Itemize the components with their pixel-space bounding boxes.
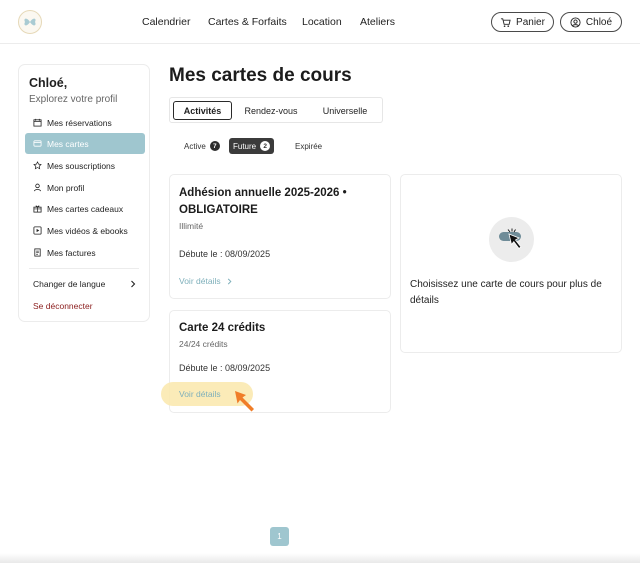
tab-rendez-vous[interactable]: Rendez-vous bbox=[238, 101, 304, 120]
sidebar-item-label: Mes souscriptions bbox=[47, 160, 116, 171]
nav-calendrier[interactable]: Calendrier bbox=[142, 16, 190, 28]
nav-location[interactable]: Location bbox=[302, 16, 342, 28]
change-language-label: Changer de langue bbox=[33, 279, 106, 289]
filter-label: Active bbox=[184, 141, 206, 151]
change-language-button[interactable]: Changer de langue bbox=[33, 279, 137, 289]
sidebar-item-label: Mes cartes bbox=[47, 138, 89, 149]
sidebar-subtitle: Explorez votre profil bbox=[29, 94, 118, 105]
tab-activites[interactable]: Activités bbox=[173, 101, 232, 120]
view-details-link[interactable]: Voir détails bbox=[179, 389, 221, 399]
filter-label: Expirée bbox=[295, 141, 323, 151]
count-badge: 2 bbox=[260, 141, 271, 151]
card-title: Carte 24 crédits bbox=[179, 322, 266, 334]
butterfly-icon bbox=[24, 18, 36, 26]
gift-icon bbox=[33, 205, 42, 213]
course-card[interactable]: Adhésion annuelle 2025-2026 • OBLIGATOIR… bbox=[169, 174, 391, 299]
chevron-right-icon bbox=[131, 280, 136, 288]
user-label: Chloé bbox=[585, 16, 613, 28]
tab-universelle[interactable]: Universelle bbox=[312, 101, 378, 120]
card-start-date: Débute le : 08/09/2025 bbox=[179, 249, 271, 259]
card-subtitle: 24/24 crédits bbox=[179, 339, 228, 349]
detail-placeholder-text: Choisissez une carte de cours pour plus … bbox=[410, 279, 602, 306]
sidebar-item-cadeaux[interactable]: Mes cartes cadeaux bbox=[25, 198, 145, 219]
card-subtitle: Illimité bbox=[179, 221, 204, 231]
sidebar-item-profil[interactable]: Mon profil bbox=[25, 177, 145, 198]
calendar-icon bbox=[33, 118, 42, 127]
nav-ateliers[interactable]: Ateliers bbox=[360, 16, 395, 28]
sidebar-greeting: Chloé, bbox=[29, 76, 68, 90]
invoice-icon bbox=[34, 248, 41, 257]
cart-label: Panier bbox=[516, 16, 545, 28]
logout-link[interactable]: Se déconnecter bbox=[33, 301, 93, 311]
user-circle-icon bbox=[570, 16, 581, 28]
filter-future[interactable]: Future 2 bbox=[229, 138, 275, 154]
cursor-arrow-icon bbox=[235, 391, 254, 412]
page-title: Mes cartes de cours bbox=[169, 65, 352, 86]
sidebar-item-videos[interactable]: Mes vidéos & ebooks bbox=[25, 220, 145, 241]
sidebar-item-label: Mes cartes cadeaux bbox=[47, 203, 124, 214]
filter-active[interactable]: Active 7 bbox=[184, 138, 220, 154]
card-detail-panel: Choisissez une carte de cours pour plus … bbox=[400, 174, 622, 353]
sidebar-item-factures[interactable]: Mes factures bbox=[25, 242, 145, 263]
top-header: Calendrier Cartes & Forfaits Location At… bbox=[0, 0, 640, 44]
card-title: Adhésion annuelle 2025-2026 • OBLIGATOIR… bbox=[179, 187, 347, 216]
video-icon bbox=[33, 226, 42, 235]
profile-sidebar: Chloé, Explorez votre profil Mes réserva… bbox=[18, 64, 150, 322]
nav-cartes-forfaits[interactable]: Cartes & Forfaits bbox=[208, 16, 287, 28]
count-badge: 7 bbox=[209, 141, 220, 151]
sidebar-item-label: Mes réservations bbox=[47, 117, 112, 128]
card-type-tabs: Activités Rendez-vous Universelle bbox=[169, 97, 383, 123]
sidebar-item-souscriptions[interactable]: Mes souscriptions bbox=[25, 155, 145, 176]
pagination-page-button[interactable]: 1 bbox=[270, 527, 289, 546]
chevron-right-icon bbox=[227, 278, 232, 284]
select-card-icon bbox=[489, 217, 534, 262]
user-menu-button[interactable]: Chloé bbox=[560, 12, 622, 32]
brand-logo[interactable] bbox=[18, 10, 42, 34]
filter-label: Future bbox=[233, 141, 257, 151]
sidebar-divider bbox=[29, 268, 139, 269]
view-details-link[interactable]: Voir détails bbox=[179, 276, 233, 286]
cart-icon bbox=[500, 17, 511, 27]
sidebar-item-label: Mes factures bbox=[47, 247, 96, 258]
card-icon bbox=[33, 140, 42, 147]
user-icon bbox=[33, 183, 42, 192]
sidebar-item-reservations[interactable]: Mes réservations bbox=[25, 112, 145, 133]
bottom-shadow bbox=[0, 553, 640, 563]
sidebar-item-label: Mes vidéos & ebooks bbox=[47, 225, 128, 236]
card-start-date: Débute le : 08/09/2025 bbox=[179, 363, 271, 373]
cart-button[interactable]: Panier bbox=[491, 12, 554, 32]
star-icon bbox=[33, 161, 42, 170]
filter-expiree[interactable]: Expirée bbox=[295, 138, 322, 154]
sidebar-item-label: Mon profil bbox=[47, 182, 85, 193]
sidebar-item-cartes[interactable]: Mes cartes bbox=[25, 133, 145, 154]
